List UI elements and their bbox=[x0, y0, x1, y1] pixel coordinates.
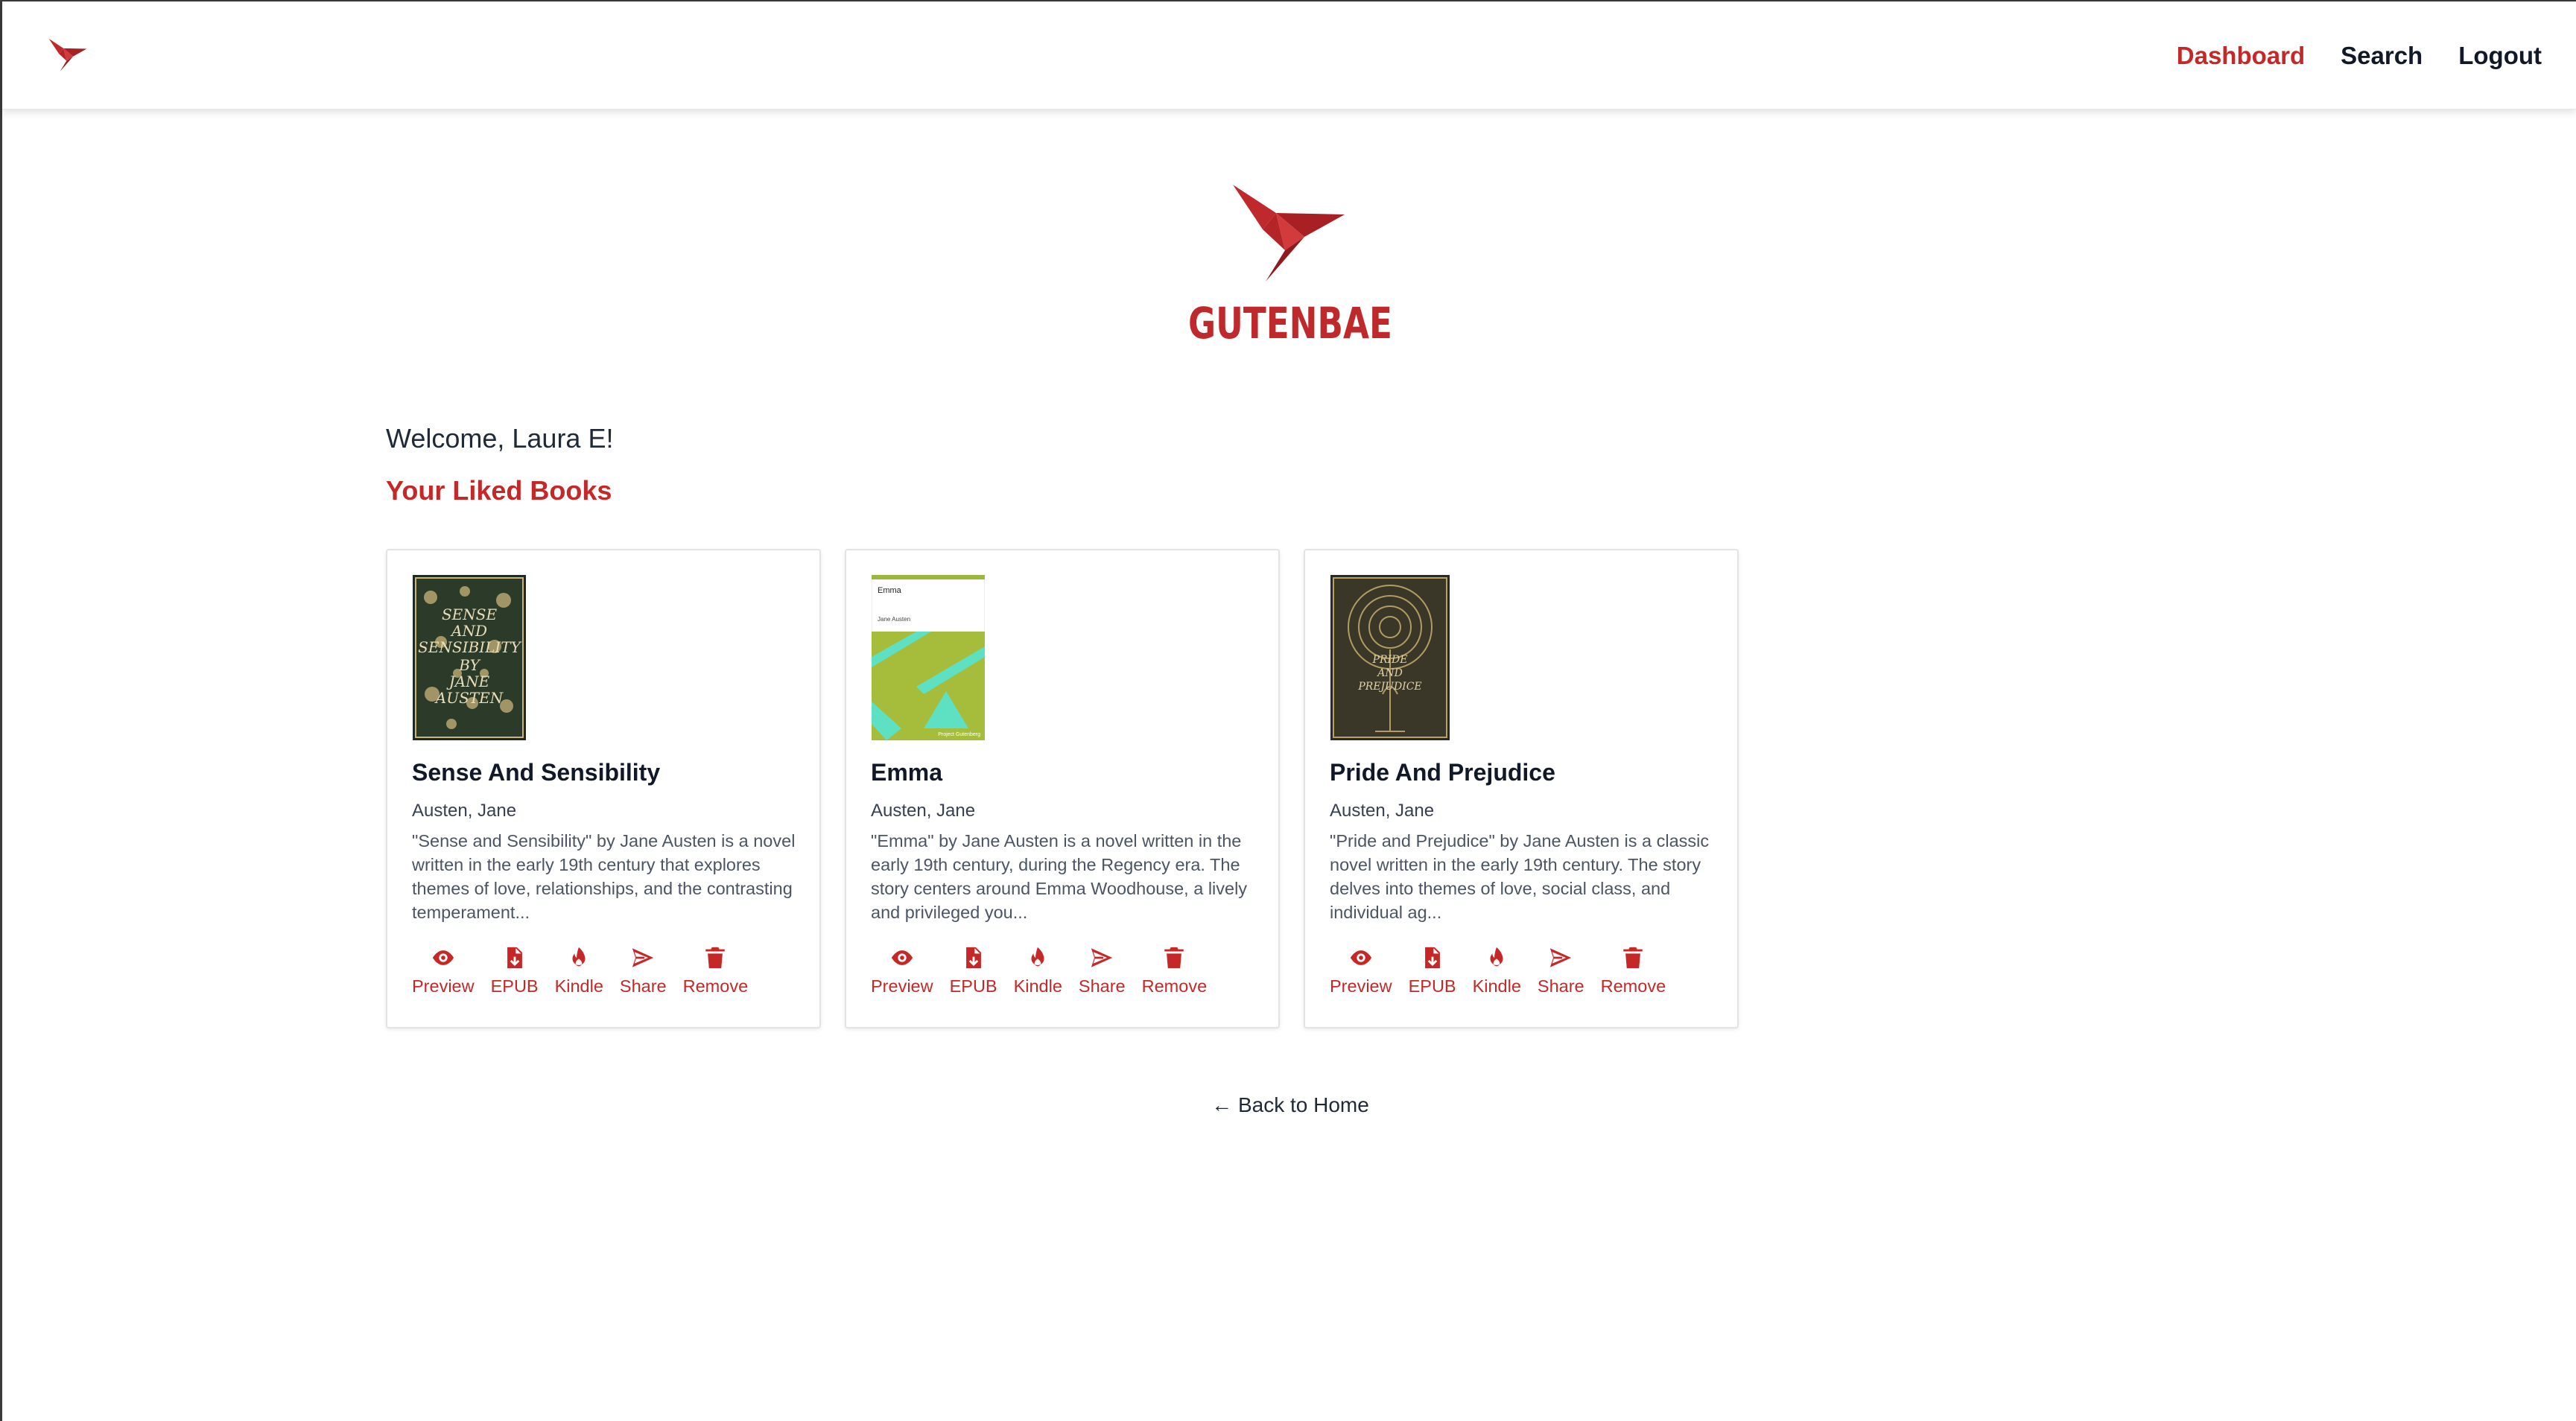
share-button[interactable]: Share bbox=[612, 945, 675, 996]
eye-icon bbox=[891, 950, 913, 965]
nav-links: Dashboard Search Logout bbox=[2177, 39, 2542, 73]
book-description: "Emma" by Jane Austen is a novel written… bbox=[871, 831, 1248, 922]
svg-text:BY: BY bbox=[458, 656, 480, 674]
book-title: Emma bbox=[871, 759, 943, 786]
book-cover-image[interactable]: Emma Jane Austen Project Gutenberg bbox=[872, 575, 985, 740]
flame-icon bbox=[1490, 947, 1503, 967]
svg-text:AUSTEN: AUSTEN bbox=[434, 689, 504, 707]
svg-text:JANE: JANE bbox=[446, 673, 490, 690]
book-actions: Preview EPUB Kindle Share Remove bbox=[404, 945, 756, 996]
flame-icon bbox=[1031, 947, 1044, 967]
book-title: Pride And Prejudice bbox=[1330, 759, 1555, 786]
cover-publisher-text: Project Gutenberg bbox=[938, 732, 980, 737]
cover-title-text: Emma bbox=[878, 586, 902, 595]
book-actions: Preview EPUB Kindle Share Remove bbox=[1322, 945, 1674, 996]
preview-button[interactable]: Preview bbox=[863, 945, 942, 996]
remove-button[interactable]: Remove bbox=[675, 945, 757, 996]
kindle-button[interactable]: Kindle bbox=[1006, 945, 1070, 996]
epub-button[interactable]: EPUB bbox=[1400, 945, 1465, 996]
svg-text:PRIDE: PRIDE bbox=[1372, 654, 1408, 666]
file-download-icon bbox=[507, 947, 522, 969]
epub-label: EPUB bbox=[949, 976, 997, 996]
book-cover-image[interactable]: SENSE AND SENSIBILITY BY JANE AUSTEN bbox=[413, 575, 526, 740]
book-actions: Preview EPUB Kindle Share Remove bbox=[863, 945, 1215, 996]
kindle-button[interactable]: Kindle bbox=[1465, 945, 1529, 996]
eye-icon bbox=[432, 950, 454, 965]
book-card: Emma Jane Austen Project Gutenberg Emma … bbox=[845, 549, 1280, 1029]
preview-button[interactable]: Preview bbox=[1322, 945, 1400, 996]
remove-button[interactable]: Remove bbox=[1134, 945, 1216, 996]
top-navbar: Dashboard Search Logout bbox=[2, 1, 2576, 109]
epub-button[interactable]: EPUB bbox=[483, 945, 547, 996]
book-title: Sense And Sensibility bbox=[412, 759, 661, 786]
svg-text:SENSE: SENSE bbox=[442, 605, 498, 623]
epub-button[interactable]: EPUB bbox=[942, 945, 1006, 996]
send-icon bbox=[1091, 948, 1113, 967]
nav-search-link[interactable]: Search bbox=[2341, 39, 2423, 73]
trash-icon bbox=[1623, 947, 1643, 969]
preview-label: Preview bbox=[412, 976, 475, 996]
kindle-button[interactable]: Kindle bbox=[547, 945, 612, 996]
flame-icon bbox=[572, 947, 586, 967]
nav-dashboard-link[interactable]: Dashboard bbox=[2177, 39, 2305, 73]
svg-text:SENSIBILITY: SENSIBILITY bbox=[418, 638, 522, 656]
liked-books-list: SENSE AND SENSIBILITY BY JANE AUSTEN Sen… bbox=[386, 549, 1739, 1029]
kindle-label: Kindle bbox=[554, 976, 603, 996]
back-to-home-link[interactable]: ← Back to Home bbox=[2, 1093, 2576, 1117]
file-download-icon bbox=[1424, 947, 1440, 969]
share-button[interactable]: Share bbox=[1070, 945, 1134, 996]
book-card: PRIDE AND PREJUDICE Pride And Prejudice … bbox=[1304, 549, 1739, 1029]
eye-icon bbox=[1350, 950, 1371, 965]
send-icon bbox=[632, 948, 654, 967]
book-card: SENSE AND SENSIBILITY BY JANE AUSTEN Sen… bbox=[386, 549, 821, 1029]
welcome-message: Welcome, Laura E! bbox=[386, 423, 614, 454]
share-label: Share bbox=[1078, 976, 1126, 996]
epub-label: EPUB bbox=[490, 976, 539, 996]
share-button[interactable]: Share bbox=[1529, 945, 1593, 996]
epub-label: EPUB bbox=[1408, 976, 1456, 996]
remove-button[interactable]: Remove bbox=[1593, 945, 1675, 996]
send-icon bbox=[1550, 948, 1572, 967]
bird-logo-icon bbox=[1233, 185, 1345, 282]
remove-label: Remove bbox=[1141, 976, 1208, 996]
preview-label: Preview bbox=[871, 976, 933, 996]
preview-button[interactable]: Preview bbox=[404, 945, 483, 996]
share-label: Share bbox=[1537, 976, 1584, 996]
liked-books-heading: Your Liked Books bbox=[386, 475, 612, 506]
bird-logo-icon[interactable] bbox=[48, 39, 87, 71]
book-author: Austen, Jane bbox=[871, 801, 976, 821]
trash-icon bbox=[705, 947, 726, 969]
book-description: "Sense and Sensibility" by Jane Austen i… bbox=[412, 831, 796, 922]
preview-label: Preview bbox=[1330, 976, 1392, 996]
trash-icon bbox=[1164, 947, 1184, 969]
remove-label: Remove bbox=[1600, 976, 1666, 996]
book-cover-image[interactable]: PRIDE AND PREJUDICE bbox=[1330, 575, 1450, 740]
svg-text:AND: AND bbox=[450, 622, 487, 640]
share-label: Share bbox=[619, 976, 667, 996]
book-description: "Pride and Prejudice" by Jane Austen is … bbox=[1330, 831, 1710, 922]
kindle-label: Kindle bbox=[1472, 976, 1521, 996]
svg-text:AND: AND bbox=[1376, 667, 1403, 679]
nav-logout-link[interactable]: Logout bbox=[2458, 39, 2542, 73]
brand-wordmark: GUTENBAE bbox=[1188, 298, 1392, 349]
remove-label: Remove bbox=[682, 976, 749, 996]
kindle-label: Kindle bbox=[1013, 976, 1062, 996]
file-download-icon bbox=[965, 947, 981, 969]
svg-text:PREJUDICE: PREJUDICE bbox=[1357, 681, 1421, 693]
book-author: Austen, Jane bbox=[412, 801, 517, 821]
book-author: Austen, Jane bbox=[1330, 801, 1435, 821]
cover-author-text: Jane Austen bbox=[878, 616, 910, 623]
